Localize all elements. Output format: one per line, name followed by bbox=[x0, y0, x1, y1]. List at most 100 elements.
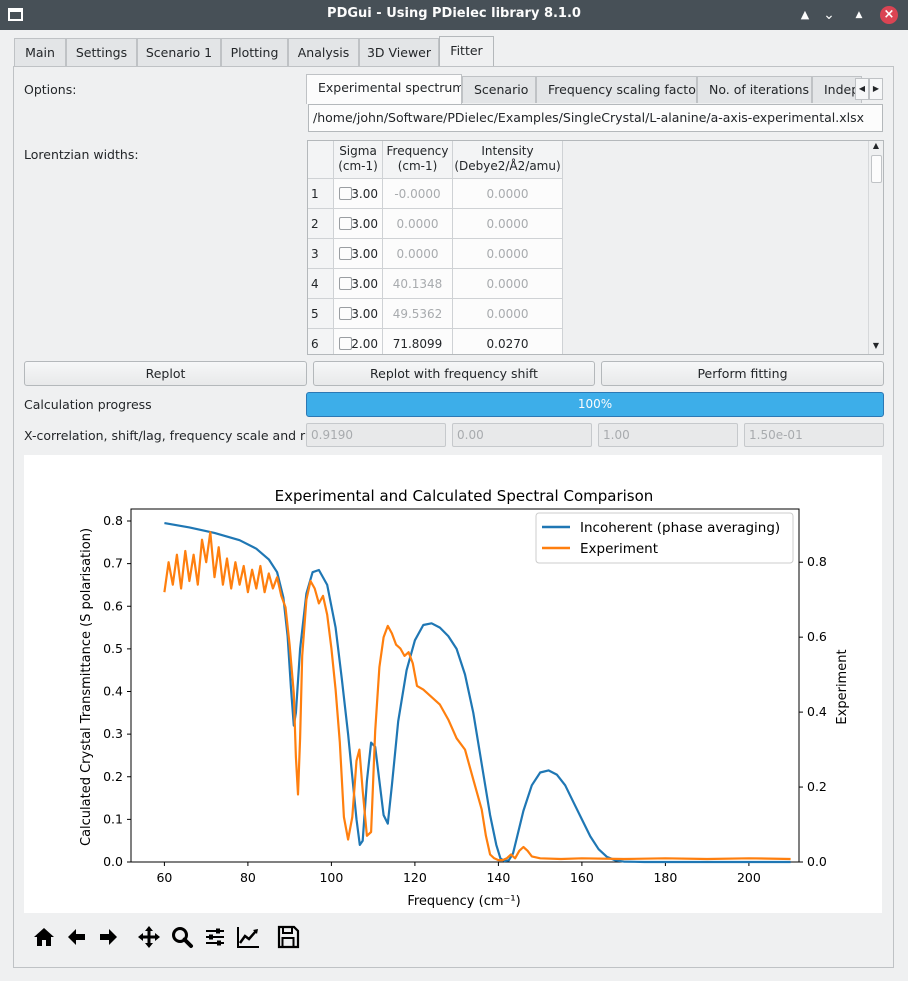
table-row-header[interactable]: 1 bbox=[308, 179, 334, 209]
tab-plotting[interactable]: Plotting bbox=[221, 38, 288, 66]
scroll-down-icon[interactable]: ▼ bbox=[869, 341, 883, 350]
replot-button[interactable]: Replot bbox=[24, 361, 307, 386]
frequency-scale-field[interactable]: 1.00 bbox=[598, 423, 738, 447]
shift-lag-field[interactable]: 0.00 bbox=[452, 423, 592, 447]
tab-fitter[interactable]: Fitter bbox=[439, 36, 494, 67]
edit-axis-icon[interactable] bbox=[234, 922, 262, 952]
intensity-cell[interactable]: 0.0000 bbox=[453, 239, 563, 269]
maximize-icon[interactable]: ▲ bbox=[850, 6, 868, 24]
left-y-tick-label: 0.1 bbox=[103, 811, 123, 826]
left-y-tick-label: 0.4 bbox=[103, 684, 123, 699]
frequency-cell[interactable]: -0.0000 bbox=[383, 179, 453, 209]
fit-checkbox[interactable] bbox=[339, 337, 352, 350]
subtab-scroll-right-icon[interactable]: ▶ bbox=[869, 78, 883, 100]
x-axis-label: Frequency (cm⁻¹) bbox=[407, 894, 520, 909]
pan-icon[interactable] bbox=[135, 922, 163, 952]
title-bar: PDGui - Using PDielec library 8.1.0 ▲ ⌄ … bbox=[0, 0, 908, 30]
x-tick-label: 140 bbox=[486, 870, 510, 885]
home-icon[interactable] bbox=[30, 922, 58, 952]
subtab-scroll-left-icon[interactable]: ◀ bbox=[855, 78, 869, 100]
sigma-value: 3.00 bbox=[351, 217, 378, 231]
fit-checkbox[interactable] bbox=[339, 187, 352, 200]
experiment-file-path-input[interactable]: /home/john/Software/PDielec/Examples/Sin… bbox=[308, 104, 883, 132]
frequency-cell[interactable]: 0.0000 bbox=[383, 239, 453, 269]
sigma-cell[interactable]: 3.00 bbox=[334, 269, 383, 299]
plot-canvas[interactable]: Experimental and Calculated Spectral Com… bbox=[24, 455, 882, 913]
configure-subplots-icon[interactable] bbox=[201, 922, 229, 952]
table-row-header[interactable]: 4 bbox=[308, 269, 334, 299]
calculation-progress-bar: 100% bbox=[306, 392, 884, 417]
save-icon[interactable] bbox=[274, 922, 302, 952]
sigma-cell[interactable]: 3.00 bbox=[334, 179, 383, 209]
scroll-up-icon[interactable]: ▲ bbox=[869, 141, 883, 150]
sigma-value: 3.00 bbox=[351, 277, 378, 291]
x-tick-label: 80 bbox=[240, 870, 256, 885]
frequency-cell[interactable]: 49.5362 bbox=[383, 299, 453, 329]
table-row-header[interactable]: 5 bbox=[308, 299, 334, 329]
subtab-no-of-iterations[interactable]: No. of iterations bbox=[697, 76, 812, 103]
sigma-value: 3.00 bbox=[351, 187, 378, 201]
sigma-cell[interactable]: 3.00 bbox=[334, 239, 383, 269]
window-title: PDGui - Using PDielec library 8.1.0 bbox=[327, 6, 581, 21]
scrollbar-thumb[interactable] bbox=[871, 155, 882, 183]
replot-with-frequency-shift-button[interactable]: Replot with frequency shift bbox=[313, 361, 595, 386]
tab-scenario-1[interactable]: Scenario 1 bbox=[137, 38, 221, 66]
tab-3d-viewer[interactable]: 3D Viewer bbox=[359, 38, 439, 66]
tab-analysis[interactable]: Analysis bbox=[288, 38, 359, 66]
perform-fitting-button[interactable]: Perform fitting bbox=[601, 361, 884, 386]
table-row-header[interactable]: 3 bbox=[308, 239, 334, 269]
x-tick-label: 100 bbox=[319, 870, 343, 885]
tab-main[interactable]: Main bbox=[14, 38, 66, 66]
spectrum-chart: Experimental and Calculated Spectral Com… bbox=[79, 487, 850, 909]
back-arrow-icon[interactable] bbox=[62, 922, 90, 952]
calculation-progress-label: Calculation progress bbox=[24, 397, 152, 412]
intensity-cell[interactable]: 0.0000 bbox=[453, 209, 563, 239]
x-tick-label: 160 bbox=[570, 870, 594, 885]
table-vertical-scrollbar[interactable]: ▲ ▼ bbox=[868, 141, 883, 354]
sigma-cell[interactable]: 3.00 bbox=[334, 299, 383, 329]
frequency-cell[interactable]: 40.1348 bbox=[383, 269, 453, 299]
lorentzian-table: Sigma (cm-1) Frequency (cm-1) Intensity … bbox=[307, 140, 884, 355]
sigma-cell[interactable]: 2.00 bbox=[334, 329, 383, 354]
subtab-scenario[interactable]: Scenario bbox=[462, 76, 536, 103]
frequency-cell[interactable]: 0.0000 bbox=[383, 209, 453, 239]
table-row-header[interactable]: 2 bbox=[308, 209, 334, 239]
fit-checkbox[interactable] bbox=[339, 247, 352, 260]
minimize-icon[interactable]: ⌄ bbox=[820, 6, 838, 24]
rmse-field[interactable]: 1.50e-01 bbox=[744, 423, 884, 447]
table-row-header[interactable]: 6 bbox=[308, 329, 334, 354]
xcorr-value-field[interactable]: 0.9190 bbox=[306, 423, 446, 447]
forward-arrow-icon[interactable] bbox=[95, 922, 123, 952]
sigma-cell[interactable]: 3.00 bbox=[334, 209, 383, 239]
close-window-icon[interactable]: × bbox=[880, 6, 898, 24]
right-y-tick-label: 0.4 bbox=[807, 704, 827, 719]
intensity-cell[interactable]: 0.0000 bbox=[453, 299, 563, 329]
intensity-cell[interactable]: 0.0270 bbox=[453, 329, 563, 354]
subtab-frequency-scaling-factor[interactable]: Frequency scaling factor bbox=[536, 76, 697, 103]
frequency-cell[interactable]: 71.8099 bbox=[383, 329, 453, 354]
left-y-axis-label: Calculated Crystal Transmittance (S pola… bbox=[79, 528, 94, 846]
subtab-experimental-spectrum[interactable]: Experimental spectrum bbox=[306, 74, 462, 104]
legend-label: Experiment bbox=[580, 541, 658, 557]
column-header-intensity[interactable]: Intensity (Debye2/Å2/amu) bbox=[453, 141, 563, 179]
chart-title: Experimental and Calculated Spectral Com… bbox=[275, 487, 654, 505]
xcorr-label: X-correlation, shift/lag, frequency scal… bbox=[24, 428, 332, 443]
x-tick-label: 60 bbox=[156, 870, 172, 885]
left-y-tick-label: 0.0 bbox=[103, 854, 123, 869]
right-y-tick-label: 0.6 bbox=[807, 629, 827, 644]
column-header-frequency[interactable]: Frequency (cm-1) bbox=[383, 141, 453, 179]
fit-checkbox[interactable] bbox=[339, 277, 352, 290]
fit-checkbox[interactable] bbox=[339, 217, 352, 230]
right-y-tick-label: 0.2 bbox=[807, 779, 827, 794]
keep-above-icon[interactable]: ▲ bbox=[796, 6, 814, 24]
intensity-cell[interactable]: 0.0000 bbox=[453, 179, 563, 209]
sigma-value: 3.00 bbox=[351, 247, 378, 261]
column-header-sigma[interactable]: Sigma (cm-1) bbox=[334, 141, 383, 179]
sigma-value: 3.00 bbox=[351, 307, 378, 321]
right-y-axis-label: Experiment bbox=[835, 649, 850, 724]
zoom-icon[interactable] bbox=[168, 922, 196, 952]
tab-settings[interactable]: Settings bbox=[66, 38, 137, 66]
intensity-cell[interactable]: 0.0000 bbox=[453, 269, 563, 299]
x-tick-label: 200 bbox=[737, 870, 761, 885]
fit-checkbox[interactable] bbox=[339, 307, 352, 320]
